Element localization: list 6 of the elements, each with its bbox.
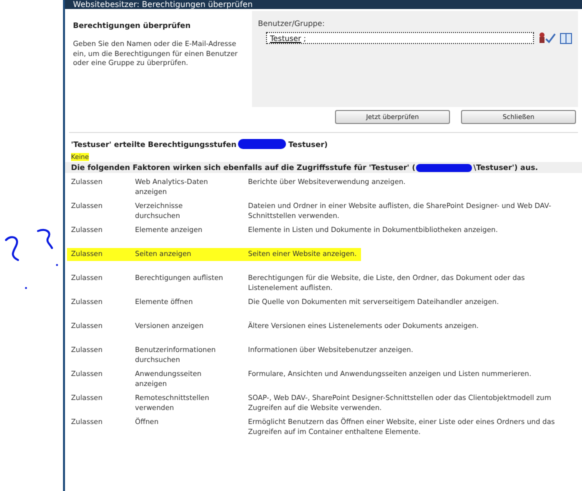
check-names-icon[interactable]	[538, 32, 556, 44]
handwritten-question-marks-drawing	[4, 228, 60, 290]
address-book-icon[interactable]	[560, 32, 572, 44]
redaction-scribble	[416, 164, 472, 172]
dialog-title: Websitebesitzer: Berechtigungen überprüfen	[73, 0, 253, 9]
redaction-scribble	[238, 139, 286, 149]
